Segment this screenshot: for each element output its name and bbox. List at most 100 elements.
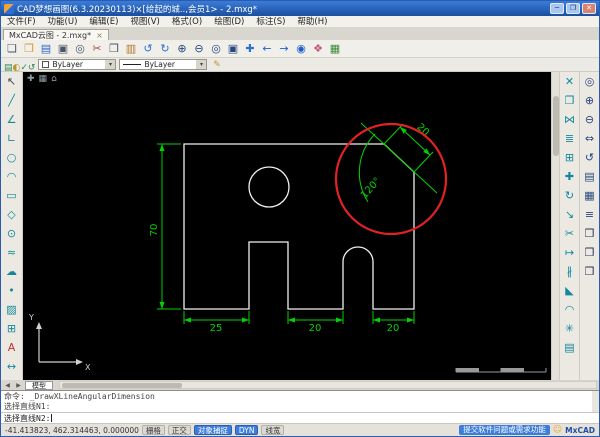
grid-toggle[interactable]: 栅格 bbox=[141, 425, 165, 435]
menu-format[interactable]: 格式(O) bbox=[166, 16, 208, 28]
dyn-toggle[interactable]: DYN bbox=[234, 425, 259, 435]
minimize-button[interactable]: ─ bbox=[550, 3, 564, 14]
scale-icon[interactable]: ↘ bbox=[560, 205, 579, 224]
properties-icon[interactable]: ▤ bbox=[560, 338, 579, 357]
view-cube-sw-icon[interactable]: ❒ bbox=[580, 243, 599, 262]
menu-function[interactable]: 功能(U) bbox=[42, 16, 84, 28]
maximize-button[interactable]: ❐ bbox=[566, 3, 580, 14]
command-input[interactable]: 选择直线N2: bbox=[1, 412, 599, 423]
revcloud-tool-icon[interactable]: ☁ bbox=[2, 262, 21, 281]
rotate-icon[interactable]: ↻ bbox=[560, 186, 579, 205]
hole-circle[interactable] bbox=[248, 166, 290, 208]
tab-next-icon[interactable]: ▶ bbox=[14, 382, 23, 389]
xline-tool-icon[interactable]: ∠ bbox=[2, 110, 21, 129]
pan-nav-icon[interactable]: ✚ bbox=[27, 74, 35, 84]
erase-icon[interactable]: ✕ bbox=[560, 72, 579, 91]
text-tool-icon[interactable]: A bbox=[2, 338, 21, 357]
ellipse-tool-icon[interactable]: ⊙ bbox=[2, 224, 21, 243]
copy-icon[interactable]: ❒ bbox=[106, 41, 122, 57]
vertical-scrollbar-thumb[interactable] bbox=[553, 96, 559, 156]
back-icon[interactable]: ← bbox=[259, 41, 275, 57]
pointer-tool-icon[interactable]: ↖ bbox=[2, 72, 21, 91]
tab-close-icon[interactable]: × bbox=[96, 31, 103, 40]
color-dropdown[interactable]: ByLayer ▾ bbox=[38, 59, 117, 70]
menu-view[interactable]: 视图(V) bbox=[124, 16, 165, 28]
spline-tool-icon[interactable]: ≈ bbox=[2, 243, 21, 262]
dimension-tool-icon[interactable]: ↔ bbox=[2, 357, 21, 376]
linetype-value: ByLayer bbox=[144, 60, 175, 69]
hatch-tool-icon[interactable]: ▨ bbox=[2, 300, 21, 319]
array-icon[interactable]: ⊞ bbox=[560, 148, 579, 167]
pan-icon[interactable]: ✚ bbox=[242, 41, 258, 57]
part-outline[interactable] bbox=[183, 143, 415, 310]
globe-icon[interactable]: ◉ bbox=[293, 41, 309, 57]
document-tab[interactable]: MxCAD云图 - 2.mxg* × bbox=[3, 29, 109, 40]
canvas-nav-overlay: ✚ ▦ ⌂ bbox=[27, 74, 57, 84]
model-tab[interactable]: 模型 bbox=[25, 380, 53, 390]
redraw-icon[interactable]: ◎ bbox=[580, 72, 599, 91]
menu-dimension[interactable]: 标注(S) bbox=[250, 16, 291, 28]
lineweight-toggle[interactable]: 线宽 bbox=[261, 425, 285, 435]
cut-icon[interactable]: ✂ bbox=[89, 41, 105, 57]
vertical-scrollbar[interactable] bbox=[551, 72, 559, 380]
undo-icon[interactable]: ↺ bbox=[140, 41, 156, 57]
fillet-icon[interactable]: ◠ bbox=[560, 300, 579, 319]
circle-tool-icon[interactable]: ○ bbox=[2, 148, 21, 167]
zoom-out-icon[interactable]: ⊖ bbox=[191, 41, 207, 57]
drawing-canvas-svg[interactable]: 70 20 120° 25 20 20 X Y bbox=[23, 72, 551, 380]
break-icon[interactable]: ∦ bbox=[560, 262, 579, 281]
extend-icon[interactable]: ↦ bbox=[560, 243, 579, 262]
block-tool-icon[interactable]: ⊞ bbox=[2, 319, 21, 338]
orbit-icon[interactable]: ↺ bbox=[580, 148, 599, 167]
zoom-out-view-icon[interactable]: ⊖ bbox=[580, 110, 599, 129]
close-button[interactable]: ✕ bbox=[582, 3, 596, 14]
render-icon[interactable]: ▦ bbox=[580, 186, 599, 205]
save-icon[interactable]: ▤ bbox=[38, 41, 54, 57]
home-nav-icon[interactable]: ⌂ bbox=[51, 74, 57, 84]
named-views-icon[interactable]: ▤ bbox=[580, 167, 599, 186]
print-icon[interactable]: ▣ bbox=[55, 41, 71, 57]
mirror-icon[interactable]: ⋈ bbox=[560, 110, 579, 129]
palette-icon[interactable]: ❖ bbox=[310, 41, 326, 57]
pan-view-icon[interactable]: ⇔ bbox=[580, 129, 599, 148]
linetype-dropdown[interactable]: ByLayer ▾ bbox=[119, 59, 208, 70]
grid-nav-icon[interactable]: ▦ bbox=[39, 74, 48, 84]
copy-obj-icon[interactable]: ❐ bbox=[560, 91, 579, 110]
menu-file[interactable]: 文件(F) bbox=[1, 16, 42, 28]
menu-edit[interactable]: 编辑(E) bbox=[83, 16, 124, 28]
ucs-icon[interactable]: ≡ bbox=[580, 205, 599, 224]
feedback-button[interactable]: 提交软件问题或需求功能 bbox=[459, 425, 550, 435]
polygon-tool-icon[interactable]: ◇ bbox=[2, 205, 21, 224]
zoom-window-icon[interactable]: ▣ bbox=[225, 41, 241, 57]
command-scrollbar[interactable] bbox=[592, 391, 599, 412]
view-cube-top-icon[interactable]: ❒ bbox=[580, 262, 599, 281]
explode-icon[interactable]: ✳ bbox=[560, 319, 579, 338]
horizontal-scrollbar-thumb[interactable] bbox=[62, 383, 182, 388]
zoom-in-view-icon[interactable]: ⊕ bbox=[580, 91, 599, 110]
zoom-extents-icon[interactable]: ◎ bbox=[208, 41, 224, 57]
drawing-canvas[interactable]: 70 20 120° 25 20 20 X Y ✚ ▦ ⌂ bbox=[23, 72, 551, 380]
forward-icon[interactable]: → bbox=[276, 41, 292, 57]
table-icon[interactable]: ▦ bbox=[327, 41, 343, 57]
move-icon[interactable]: ✚ bbox=[560, 167, 579, 186]
tab-prev-icon[interactable]: ◀ bbox=[3, 382, 12, 389]
menu-help[interactable]: 帮助(H) bbox=[291, 16, 333, 28]
offset-icon[interactable]: ≣ bbox=[560, 129, 579, 148]
redo-icon[interactable]: ↻ bbox=[157, 41, 173, 57]
preview-icon[interactable]: ◎ bbox=[72, 41, 88, 57]
point-tool-icon[interactable]: • bbox=[2, 281, 21, 300]
rectangle-tool-icon[interactable]: ▭ bbox=[2, 186, 21, 205]
view-cube-se-icon[interactable]: ❒ bbox=[580, 224, 599, 243]
line-tool-icon[interactable]: ╱ bbox=[2, 91, 21, 110]
menu-draw[interactable]: 绘图(D) bbox=[208, 16, 250, 28]
ortho-toggle[interactable]: 正交 bbox=[167, 425, 191, 435]
zoom-in-icon[interactable]: ⊕ bbox=[174, 41, 190, 57]
paste-icon[interactable]: ▥ bbox=[123, 41, 139, 57]
horizontal-scrollbar[interactable] bbox=[59, 381, 597, 389]
osnap-toggle[interactable]: 对象捕捉 bbox=[193, 425, 232, 435]
trim-icon[interactable]: ✂ bbox=[560, 224, 579, 243]
arc-tool-icon[interactable]: ◠ bbox=[2, 167, 21, 186]
polyline-tool-icon[interactable]: ∟ bbox=[2, 129, 21, 148]
chamfer-icon[interactable]: ◣ bbox=[560, 281, 579, 300]
pencil-icon[interactable]: ✎ bbox=[210, 59, 223, 71]
